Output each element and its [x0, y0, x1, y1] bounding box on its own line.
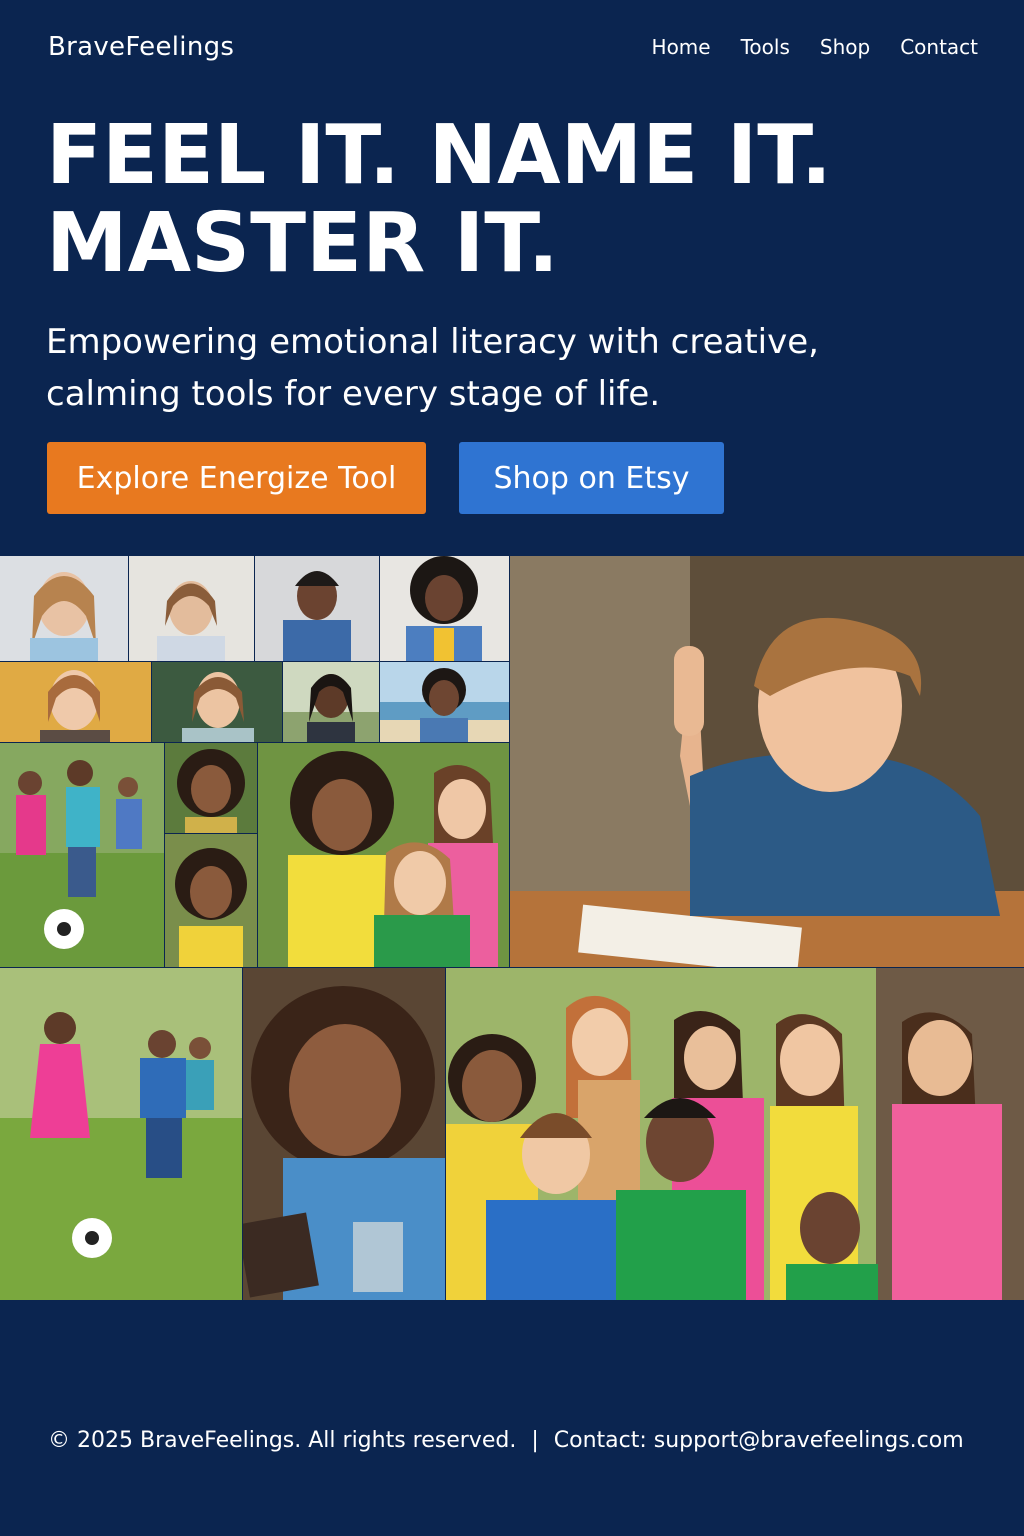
- shop-on-etsy-button[interactable]: Shop on Etsy: [459, 442, 724, 514]
- nav-shop[interactable]: Shop: [820, 35, 870, 59]
- photo-laughing-child-denim-jacket: [255, 556, 379, 661]
- photo-boy-raising-hand-at-desk: [510, 556, 1024, 967]
- photo-girl-chin-on-hand: [152, 662, 282, 742]
- photo-smiling-girl-portrait: [0, 556, 128, 661]
- photo-collage: [0, 556, 1024, 1300]
- brand-logo[interactable]: BraveFeelings: [48, 32, 234, 62]
- explore-energize-tool-button[interactable]: Explore Energize Tool: [47, 442, 426, 514]
- photo-girl-hands-on-cheeks: [0, 662, 151, 742]
- footer-contact-link[interactable]: Contact: support@bravefeelings.com: [554, 1428, 964, 1453]
- hero-title: FEEL IT. NAME IT. MASTER IT.: [46, 108, 832, 291]
- main-nav: Home Tools Shop Contact: [622, 35, 978, 59]
- photo-girl-beach-portrait: [380, 662, 509, 742]
- footer-separator: |: [531, 1428, 539, 1453]
- photo-child-covering-face: [283, 662, 379, 742]
- photo-girl-afro-denim-jacket: [380, 556, 509, 661]
- nav-contact[interactable]: Contact: [900, 35, 978, 59]
- photo-girl-with-book-smiling: [243, 968, 445, 1300]
- photo-group-of-children-park: [446, 968, 1024, 1300]
- photo-girl-curly-hair-smiling: [165, 743, 257, 833]
- photo-girl-pink-dress-running: [0, 968, 242, 1300]
- site-footer: © 2025 BraveFeelings. All rights reserve…: [48, 1428, 964, 1453]
- footer-copyright: © 2025 BraveFeelings. All rights reserve…: [48, 1428, 517, 1453]
- nav-home[interactable]: Home: [652, 35, 711, 59]
- photo-three-girls-park: [258, 743, 509, 967]
- hero-subtitle: Empowering emotional literacy with creat…: [46, 322, 819, 414]
- photo-children-playing-soccer: [0, 743, 164, 967]
- nav-tools[interactable]: Tools: [741, 35, 790, 59]
- photo-girl-curly-hair-yellow-shirt: [165, 834, 257, 967]
- photo-girl-looking-down-portrait: [129, 556, 254, 661]
- site-header: BraveFeelings Home Tools Shop Contact: [0, 0, 1024, 100]
